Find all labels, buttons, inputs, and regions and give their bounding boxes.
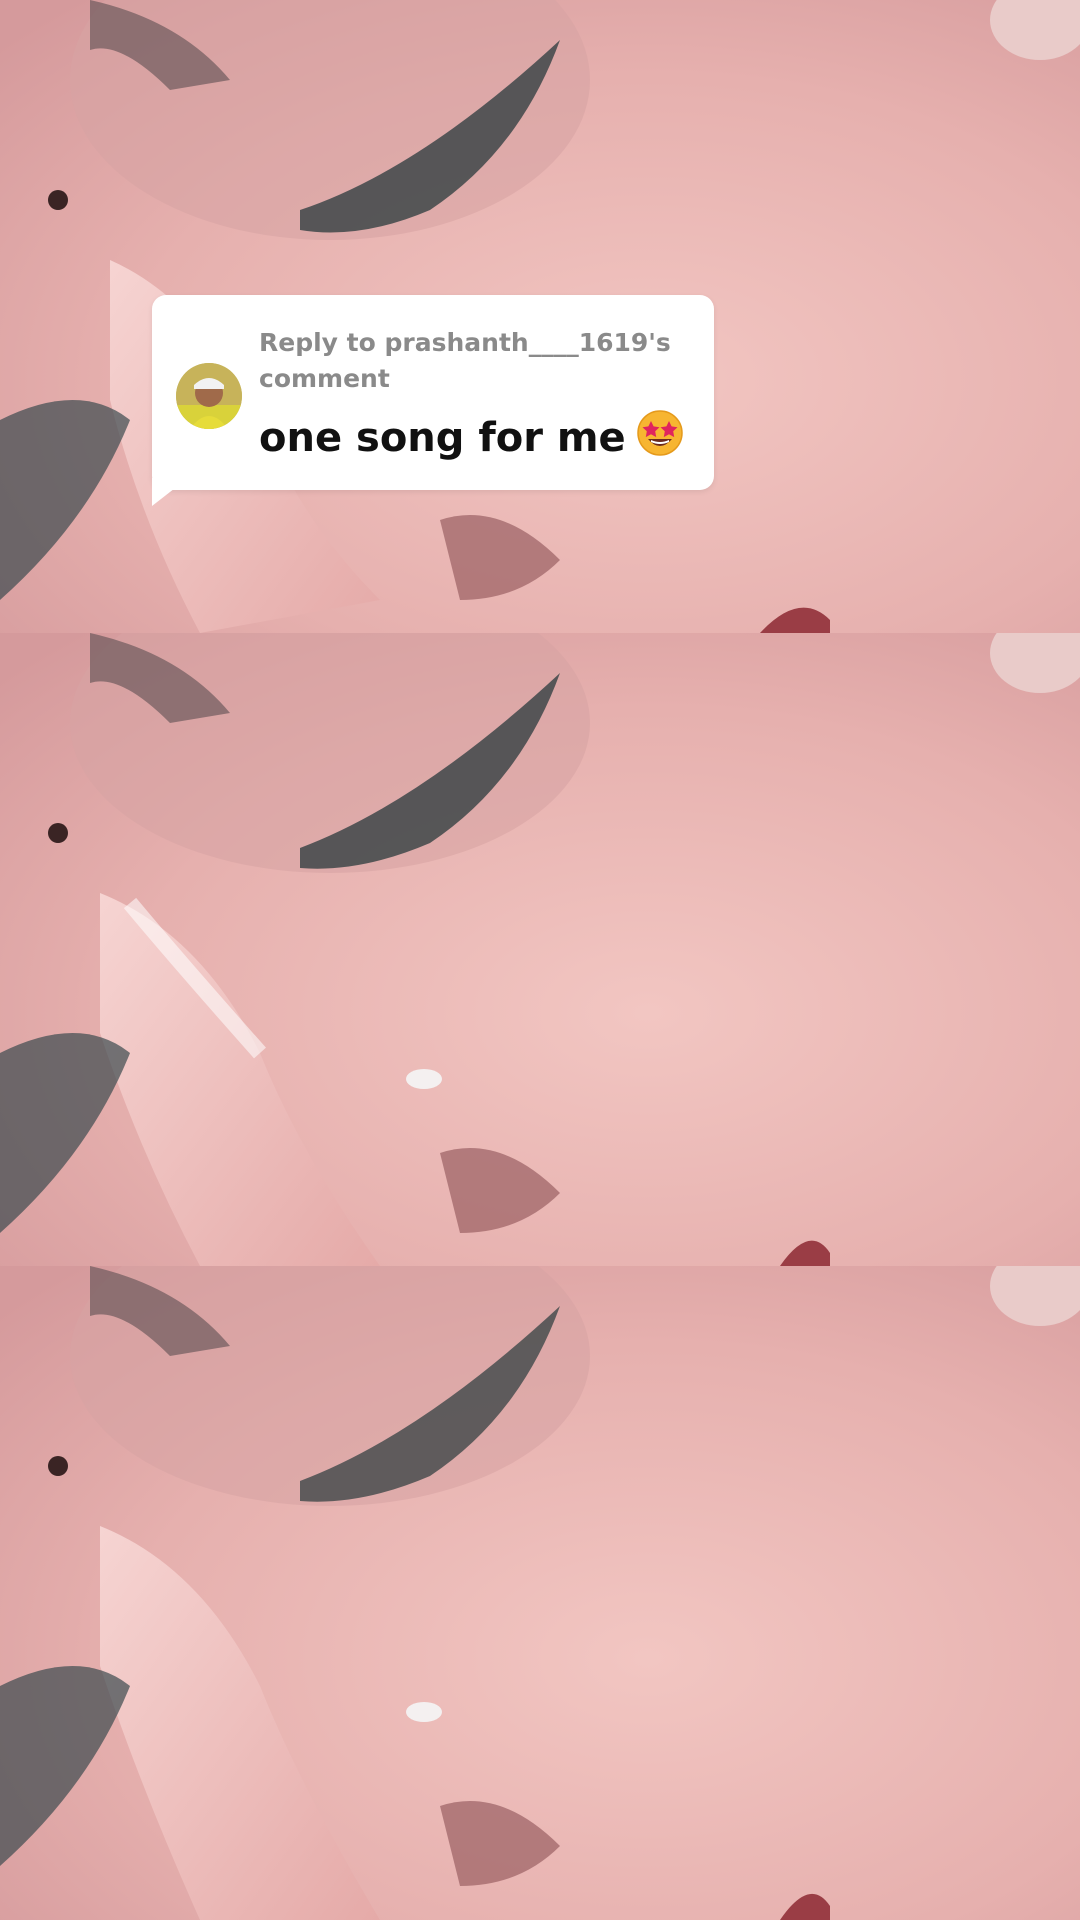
face-closeup-image: [0, 1266, 1080, 1920]
face-closeup-image: [0, 633, 1080, 1266]
reply-header: Reply to prashanth____1619's comment: [259, 328, 671, 393]
comment-text: one song for me: [259, 415, 626, 461]
sticker-tail: [152, 478, 188, 506]
video-frame-bottom: [0, 1266, 1080, 1920]
commenter-avatar[interactable]: [176, 363, 242, 429]
reply-comment-text: one song for me: [259, 409, 683, 464]
avatar-image: [176, 363, 242, 429]
star-struck-emoji-icon: [636, 409, 684, 457]
reply-comment-sticker[interactable]: Reply to prashanth____1619's comment one…: [152, 295, 714, 490]
video-frame-middle: [0, 633, 1080, 1266]
